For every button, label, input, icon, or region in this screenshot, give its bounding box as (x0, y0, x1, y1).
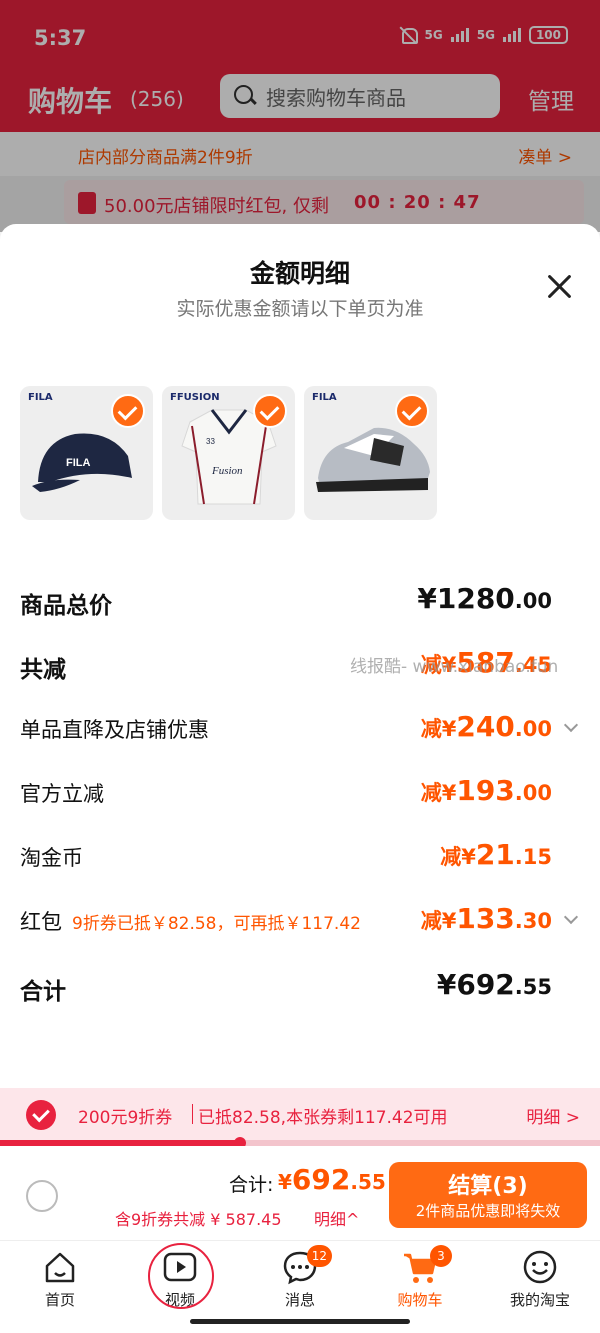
tab-profile[interactable]: 我的淘宝 (490, 1249, 590, 1310)
watermark: 线报酷- www.xianbao.fun (350, 657, 559, 677)
modal-overlay[interactable] (0, 0, 600, 232)
chevron-down-icon[interactable] (563, 909, 579, 925)
checkout-button-sub: 2件商品优惠即将失效 (415, 1202, 561, 1220)
close-icon[interactable] (544, 272, 574, 302)
home-icon (42, 1249, 78, 1285)
divider (192, 1104, 193, 1124)
tab-label: 购物车 (397, 1291, 443, 1309)
tab-label: 首页 (44, 1291, 75, 1309)
brand-label: FILA (28, 392, 53, 403)
row-value: ¥692.55 (436, 968, 552, 1001)
tab-label: 我的淘宝 (509, 1291, 570, 1309)
tab-messages[interactable]: 消息 12 (250, 1245, 350, 1310)
row-label: 单品直降及店铺优惠 (20, 718, 209, 742)
checkout-bar: 合计: ¥692.55 含9折券共减 ¥ 587.45 明细^ 结算(3) 2件… (0, 1146, 600, 1240)
total-value: ¥692.55 (278, 1163, 386, 1196)
video-tab-highlight (148, 1243, 214, 1309)
coupon-bar[interactable]: 200元9折券 已抵82.58,本张券剩117.42可用 明细 > (0, 1088, 600, 1140)
product-thumb-sneaker[interactable]: FILA (304, 386, 437, 520)
row-coins: 淘金币 减¥21.15 (20, 838, 580, 878)
checkout-button-label: 结算(3) (448, 1174, 528, 1199)
profile-icon (522, 1249, 558, 1285)
tab-home[interactable]: 首页 (10, 1249, 110, 1310)
row-label: 淘金币 (20, 846, 83, 870)
row-label: 商品总价 (20, 593, 112, 619)
sheet-subtitle: 实际优惠金额请以下单页为准 (176, 298, 424, 320)
row-shop-discount[interactable]: 单品直降及店铺优惠 减¥240.00 (20, 710, 580, 750)
row-value: 减¥193.00 (420, 774, 552, 807)
coupon-check-icon[interactable] (26, 1100, 56, 1130)
row-value: 减¥240.00 (420, 710, 552, 743)
product-thumb-jersey[interactable]: Fusion 33 FFUSION (162, 386, 295, 520)
checkout-button[interactable]: 结算(3) 2件商品优惠即将失效 (389, 1162, 587, 1228)
discount-summary: 含9折券共减 ¥ 587.45 (115, 1210, 282, 1229)
message-badge: 12 (306, 1245, 332, 1267)
product-thumb-cap[interactable]: FILA FILA (20, 386, 153, 520)
selected-check-icon[interactable] (395, 394, 429, 428)
row-official-discount: 官方立减 减¥193.00 (20, 774, 580, 814)
svg-text:33: 33 (206, 437, 215, 446)
row-total-price: 商品总价 ¥1280.00 (20, 582, 580, 622)
row-label: 合计 (20, 979, 66, 1005)
selected-check-icon[interactable] (111, 394, 145, 428)
detail-toggle[interactable]: 明细^ (314, 1206, 359, 1230)
row-sum: 合计 ¥692.55 (20, 968, 580, 1008)
chevron-down-icon[interactable] (563, 717, 579, 733)
tab-cart[interactable]: 购物车 3 (370, 1245, 470, 1310)
coupon-info: 已抵82.58,本张券剩117.42可用 (198, 1108, 448, 1128)
svg-text:FILA: FILA (66, 457, 90, 469)
sheet-title: 金额明细 (249, 259, 350, 288)
row-redpack[interactable]: 红包 9折券已抵￥82.58，可再抵￥117.42 减¥133.30 (20, 902, 580, 942)
redpack-note: 9折券已抵￥82.58，可再抵￥117.42 (72, 914, 361, 934)
row-label: 红包 9折券已抵￥82.58，可再抵￥117.42 (20, 910, 361, 934)
tab-label: 消息 (284, 1291, 315, 1309)
coupon-title: 200元9折券 (78, 1108, 173, 1128)
brand-label: FILA (312, 392, 337, 403)
selected-check-icon[interactable] (253, 394, 287, 428)
coupon-detail-link[interactable]: 明细 > (526, 1103, 580, 1128)
select-all-checkbox[interactable] (26, 1180, 58, 1212)
home-indicator (190, 1319, 410, 1324)
row-value: ¥1280.00 (417, 582, 552, 615)
svg-text:Fusion: Fusion (211, 465, 243, 477)
row-label: 官方立减 (20, 782, 104, 806)
brand-label: FFUSION (170, 392, 220, 403)
row-value: 减¥133.30 (420, 902, 552, 935)
row-label: 共减 (20, 657, 66, 683)
total-label: 合计: (229, 1174, 274, 1196)
row-value: 减¥21.15 (440, 838, 552, 871)
cart-badge: 3 (430, 1245, 452, 1267)
product-thumbnails: FILA FILA Fusion 33 FFUSION FILA (20, 386, 437, 520)
